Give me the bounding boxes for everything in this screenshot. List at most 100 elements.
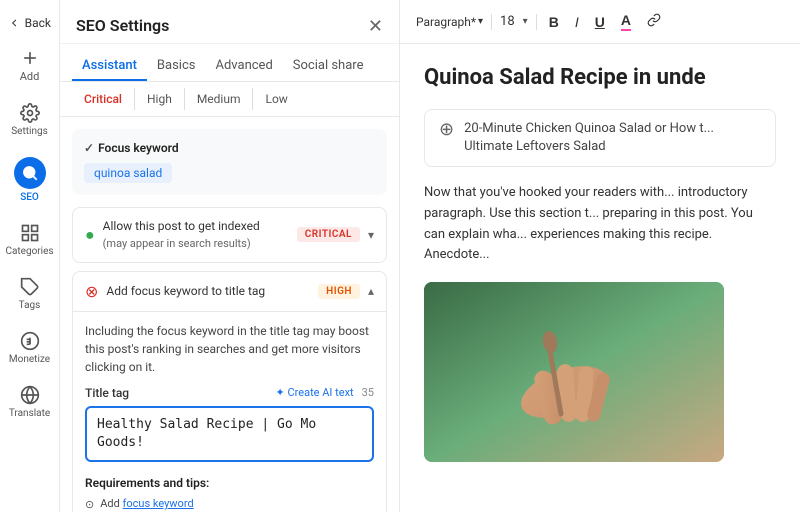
paragraph-chevron-icon: ▾ — [478, 16, 483, 27]
title-tag-label-row: Title tag ✦ Create AI text 35 — [85, 386, 374, 400]
req-circle-icon: ⊙ — [85, 497, 94, 512]
badge-critical: CRITICAL — [297, 227, 360, 242]
seo-panel-body: ✓ Focus keyword quinoa salad ● Allow thi… — [60, 117, 399, 512]
seo-item-title-tag: ⊗ Add focus keyword to title tag HIGH ▴ … — [72, 271, 387, 512]
priority-medium[interactable]: Medium — [185, 88, 254, 110]
seo-panel-header: SEO Settings ✕ — [60, 0, 399, 44]
article-suggestion[interactable]: ⊕ 20-Minute Chicken Quinoa Salad or How … — [424, 109, 776, 167]
chevron-down-icon: ▾ — [368, 228, 374, 242]
focus-keyword-link[interactable]: focus keyword — [123, 497, 194, 510]
keyword-chip[interactable]: quinoa salad — [84, 163, 172, 183]
back-arrow-icon — [8, 16, 21, 30]
seo-panel: SEO Settings ✕ Assistant Basics Advanced… — [60, 0, 400, 512]
seo-item-index-text: Allow this post to get indexed (may appe… — [103, 218, 260, 252]
content-area: Paragraph* ▾ 18 ▾ B I U A Quinoa Salad R… — [400, 0, 800, 512]
seo-item-index-left: ● Allow this post to get indexed (may ap… — [85, 218, 260, 252]
seo-close-button[interactable]: ✕ — [368, 17, 383, 35]
char-count: 35 — [362, 386, 374, 399]
underline-button[interactable]: U — [591, 12, 609, 32]
tab-assistant[interactable]: Assistant — [72, 52, 147, 81]
font-size-chevron-icon: ▾ — [523, 16, 528, 27]
search-icon — [21, 164, 39, 182]
sidebar-item-translate[interactable]: Translate — [0, 377, 59, 427]
title-tag-text: Title tag — [85, 386, 129, 400]
badge-high: HIGH — [318, 284, 360, 299]
sidebar-item-settings[interactable]: Settings — [0, 95, 59, 145]
checkmark-icon: ✓ — [84, 141, 94, 155]
monetize-label: Monetize — [9, 354, 50, 365]
priority-tabs: Critical High Medium Low — [60, 82, 399, 117]
article-body[interactable]: Now that you've hooked your readers with… — [424, 183, 776, 266]
create-ai-button[interactable]: ✦ Create AI text — [276, 386, 354, 399]
categories-icon — [20, 223, 40, 243]
add-label: Add — [20, 70, 40, 83]
status-warn-icon: ⊗ — [85, 282, 98, 301]
requirements-section: Requirements and tips: ⊙ Add focus keywo… — [85, 476, 374, 512]
priority-high[interactable]: High — [135, 88, 185, 110]
link-button[interactable] — [643, 11, 665, 32]
tags-label: Tags — [19, 300, 41, 311]
req-item-0: ⊙ Add focus keyword — [85, 496, 374, 512]
translate-label: Translate — [9, 408, 50, 419]
seo-item-title-expanded: Including the focus keyword in the title… — [73, 311, 386, 512]
seo-item-description: Including the focus keyword in the title… — [85, 322, 374, 376]
toolbar-divider-1 — [491, 14, 492, 30]
left-sidebar: Back Add Settings SEO Categories Tags — [0, 0, 60, 512]
seo-item-index-right: CRITICAL ▾ — [297, 227, 374, 242]
categories-label: Categories — [5, 246, 53, 257]
seo-item-title-text: Add focus keyword to title tag — [106, 283, 265, 300]
monetize-icon — [20, 331, 40, 351]
editor-toolbar: Paragraph* ▾ 18 ▾ B I U A — [400, 0, 800, 44]
focus-keyword-card: ✓ Focus keyword quinoa salad — [72, 129, 387, 195]
gear-icon — [20, 103, 40, 123]
text-color-icon: A — [621, 12, 631, 28]
seo-icon-circle — [14, 157, 46, 189]
font-size-value[interactable]: 18 — [500, 14, 515, 29]
back-label: Back — [25, 16, 51, 30]
seo-item-index-header[interactable]: ● Allow this post to get indexed (may ap… — [73, 208, 386, 262]
link-icon — [647, 13, 661, 27]
text-color-button[interactable]: A — [617, 10, 635, 33]
req-text-0: Add focus keyword — [100, 496, 193, 511]
paragraph-label: Paragraph* — [416, 15, 476, 29]
color-underline — [621, 29, 631, 31]
seo-label: SEO — [20, 192, 39, 203]
seo-tabs: Assistant Basics Advanced Social share — [60, 44, 399, 82]
editor-content: Quinoa Salad Recipe in unde ⊕ 20-Minute … — [400, 44, 800, 482]
article-title[interactable]: Quinoa Salad Recipe in unde — [424, 64, 776, 93]
seo-item-title-right: HIGH ▴ — [318, 284, 374, 299]
sidebar-item-monetize[interactable]: Monetize — [0, 323, 59, 373]
article-image-svg — [424, 282, 724, 462]
settings-label: Settings — [11, 126, 48, 137]
status-ok-icon: ● — [85, 225, 95, 245]
bold-button[interactable]: B — [545, 12, 563, 32]
title-tag-input[interactable]: Healthy Salad Recipe | Go Mo Goods! — [85, 406, 374, 462]
sidebar-item-categories[interactable]: Categories — [0, 215, 59, 265]
italic-button[interactable]: I — [571, 12, 583, 32]
paragraph-select[interactable]: Paragraph* ▾ — [416, 15, 483, 29]
tab-social-share[interactable]: Social share — [283, 52, 374, 81]
seo-item-title-left: ⊗ Add focus keyword to title tag — [85, 282, 265, 301]
tab-basics[interactable]: Basics — [147, 52, 206, 81]
back-button[interactable]: Back — [0, 10, 59, 36]
sidebar-item-seo[interactable]: SEO — [0, 149, 59, 211]
priority-critical[interactable]: Critical — [72, 88, 135, 110]
title-tag-actions: ✦ Create AI text 35 — [276, 386, 374, 399]
article-image — [424, 282, 724, 462]
chevron-up-icon: ▴ — [368, 284, 374, 298]
seo-item-title-tag-header[interactable]: ⊗ Add focus keyword to title tag HIGH ▴ — [73, 272, 386, 311]
plus-icon — [20, 48, 40, 68]
priority-low[interactable]: Low — [253, 88, 299, 110]
requirements-title: Requirements and tips: — [85, 476, 374, 490]
suggestion-text: 20-Minute Chicken Quinoa Salad or How t.… — [464, 120, 761, 156]
toolbar-divider-2 — [536, 14, 537, 30]
sidebar-item-tags[interactable]: Tags — [0, 269, 59, 319]
tags-icon — [20, 277, 40, 297]
add-button[interactable]: Add — [16, 40, 44, 91]
focus-keyword-label: ✓ Focus keyword — [84, 141, 375, 155]
suggestion-plus-icon: ⊕ — [439, 121, 454, 139]
seo-item-index: ● Allow this post to get indexed (may ap… — [72, 207, 387, 263]
tab-advanced[interactable]: Advanced — [205, 52, 282, 81]
seo-panel-title: SEO Settings — [76, 16, 169, 35]
translate-icon — [20, 385, 40, 405]
